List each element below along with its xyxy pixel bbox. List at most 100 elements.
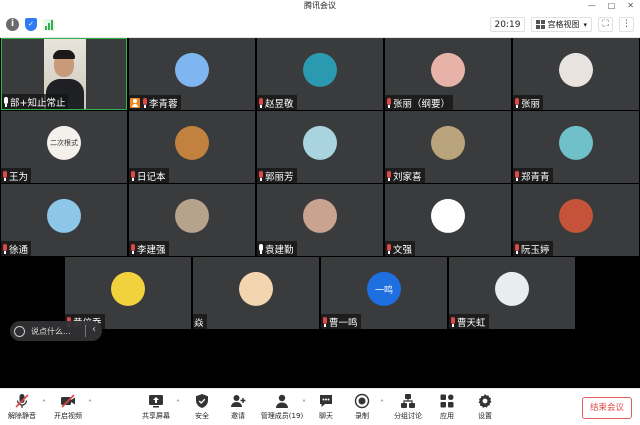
toolbar-mic-muted-button[interactable]: 解除静音: [2, 393, 42, 421]
chat-input-placeholder[interactable]: 说点什么...: [31, 326, 71, 337]
participant-tile[interactable]: 文强: [385, 184, 511, 256]
participant-namebar: 王为: [1, 168, 32, 183]
participant-tile[interactable]: 阮玉婷: [513, 184, 639, 256]
chevron-up-icon[interactable]: ˄: [42, 399, 46, 408]
chevron-up-icon[interactable]: ˄: [88, 399, 92, 408]
mic-muted-icon: [14, 393, 30, 409]
avatar-text: 一鸣: [374, 285, 393, 296]
participant-tile[interactable]: 刘家喜: [385, 111, 511, 183]
participant-tile[interactable]: 部+知止常止: [1, 38, 127, 110]
toolbar-label: 聊天: [319, 412, 333, 420]
chevron-down-icon: ▾: [583, 20, 587, 29]
toolbar-breakout-button[interactable]: 分组讨论: [388, 393, 428, 421]
shield-icon: [194, 393, 210, 409]
chevron-left-icon[interactable]: ‹: [92, 324, 96, 335]
participant-namebar: 日记本: [129, 168, 169, 183]
participant-tile[interactable]: 郭丽芳: [257, 111, 383, 183]
participant-tile[interactable]: 张丽（纲要）: [385, 38, 511, 110]
chevron-up-icon[interactable]: ˄: [302, 399, 306, 408]
toolbar-label: 解除静音: [8, 412, 36, 420]
participant-namebar: 阮玉婷: [513, 241, 553, 256]
participant-avatar: [559, 52, 593, 87]
toolbar-share-screen-button[interactable]: 共享屏幕: [136, 393, 176, 421]
participant-name: 文强: [393, 244, 413, 256]
participant-avatar: [559, 198, 593, 233]
participant-avatar: [431, 52, 465, 87]
participant-avatar: [495, 271, 529, 306]
participant-tile[interactable]: 日记本: [129, 111, 255, 183]
avatar-text: 二次根式: [50, 138, 78, 147]
mic-icon: [3, 96, 9, 107]
mic-muted-icon: [2, 243, 8, 254]
toolbar-shield-button[interactable]: 安全: [182, 393, 222, 421]
participant-tile[interactable]: 徐通: [1, 184, 127, 256]
toolbar-chat-button[interactable]: 聊天: [306, 393, 346, 421]
toolbar-label: 邀请: [231, 412, 245, 420]
participant-tile[interactable]: 焱: [193, 257, 319, 329]
mic-muted-icon: [2, 170, 8, 181]
participant-namebar: 袁建勤: [257, 241, 297, 256]
participant-tile[interactable]: 李建强: [129, 184, 255, 256]
toolbar-apps-button[interactable]: 应用: [427, 393, 467, 421]
participant-tile[interactable]: 张丽: [513, 38, 639, 110]
toolbar-label: 设置: [478, 412, 492, 420]
participant-name: 王为: [9, 171, 29, 183]
participant-tile[interactable]: 二次根式王为: [1, 111, 127, 183]
network-signal-icon[interactable]: [43, 18, 55, 31]
participant-tile[interactable]: 曹天虹: [449, 257, 575, 329]
participant-namebar: 李青蓉: [129, 95, 181, 110]
participant-avatar: 一鸣: [367, 271, 401, 306]
participant-namebar: 张丽: [513, 95, 544, 110]
breakout-icon: [400, 393, 416, 409]
fullscreen-button[interactable]: ⛶: [598, 17, 613, 32]
participant-avatar: [175, 52, 209, 87]
participant-name: 赵昱敬: [265, 98, 294, 110]
meeting-topbar: i ✓ 20:19 宫格视图 ▾ ⛶ ⋮: [0, 12, 640, 38]
end-meeting-button[interactable]: 结束会议: [582, 397, 632, 419]
maximize-icon[interactable]: □: [608, 0, 616, 12]
toolbar-members-button[interactable]: 管理成员(19): [261, 393, 303, 421]
toolbar-invite-button[interactable]: 邀请: [218, 393, 258, 421]
participant-name: 李青蓉: [149, 98, 178, 110]
meeting-info-icon[interactable]: i: [6, 18, 19, 31]
participant-name: 曹一鸣: [329, 317, 358, 329]
mic-muted-icon: [514, 243, 520, 254]
toolbar-video-off-button[interactable]: 开启视频: [48, 393, 88, 421]
video-off-icon: [60, 393, 76, 409]
emoji-icon[interactable]: [14, 325, 25, 337]
chevron-up-icon[interactable]: ˄: [380, 399, 384, 408]
toolbar-label: 分组讨论: [394, 412, 422, 420]
participant-tile[interactable]: 赵昱敬: [257, 38, 383, 110]
chevron-up-icon[interactable]: ˄: [176, 399, 180, 408]
participant-name: 郑青青: [521, 171, 550, 183]
participant-name: 部+知止常止: [10, 97, 66, 109]
toolbar-record-button[interactable]: 录制: [342, 393, 382, 421]
participant-tile[interactable]: 袁建勤: [257, 184, 383, 256]
participant-namebar: 曹天虹: [449, 314, 489, 329]
grid-view-label: 宫格视图: [547, 20, 580, 29]
grid-view-button[interactable]: 宫格视图 ▾: [531, 17, 592, 32]
participant-tile[interactable]: 一鸣曹一鸣: [321, 257, 447, 329]
minimize-icon[interactable]: —: [588, 0, 596, 12]
participant-avatar: [303, 125, 337, 160]
participant-namebar: 郭丽芳: [257, 168, 297, 183]
participant-tile[interactable]: 郑青青: [513, 111, 639, 183]
participant-namebar: 曹一鸣: [321, 314, 361, 329]
mic-muted-icon: [514, 97, 520, 108]
participant-avatar: 二次根式: [47, 125, 81, 160]
shield-icon[interactable]: ✓: [25, 18, 37, 31]
participant-name: 郭丽芳: [265, 171, 294, 183]
close-icon[interactable]: ✕: [627, 0, 634, 12]
participant-tile[interactable]: 黄倍乔: [65, 257, 191, 329]
participant-tile[interactable]: 李青蓉: [129, 38, 255, 110]
participant-avatar: [47, 198, 81, 233]
toolbar-gear-button[interactable]: 设置: [465, 393, 505, 421]
chat-icon: [318, 393, 334, 409]
participant-namebar: 部+知止常止: [2, 94, 69, 109]
share-screen-icon: [148, 393, 164, 409]
more-button[interactable]: ⋮: [619, 17, 634, 32]
mic-muted-icon: [130, 243, 136, 254]
meeting-timer: 20:19: [489, 17, 526, 32]
participant-name: 日记本: [137, 171, 166, 183]
chat-input-pill[interactable]: 说点什么... ‹: [10, 321, 102, 341]
